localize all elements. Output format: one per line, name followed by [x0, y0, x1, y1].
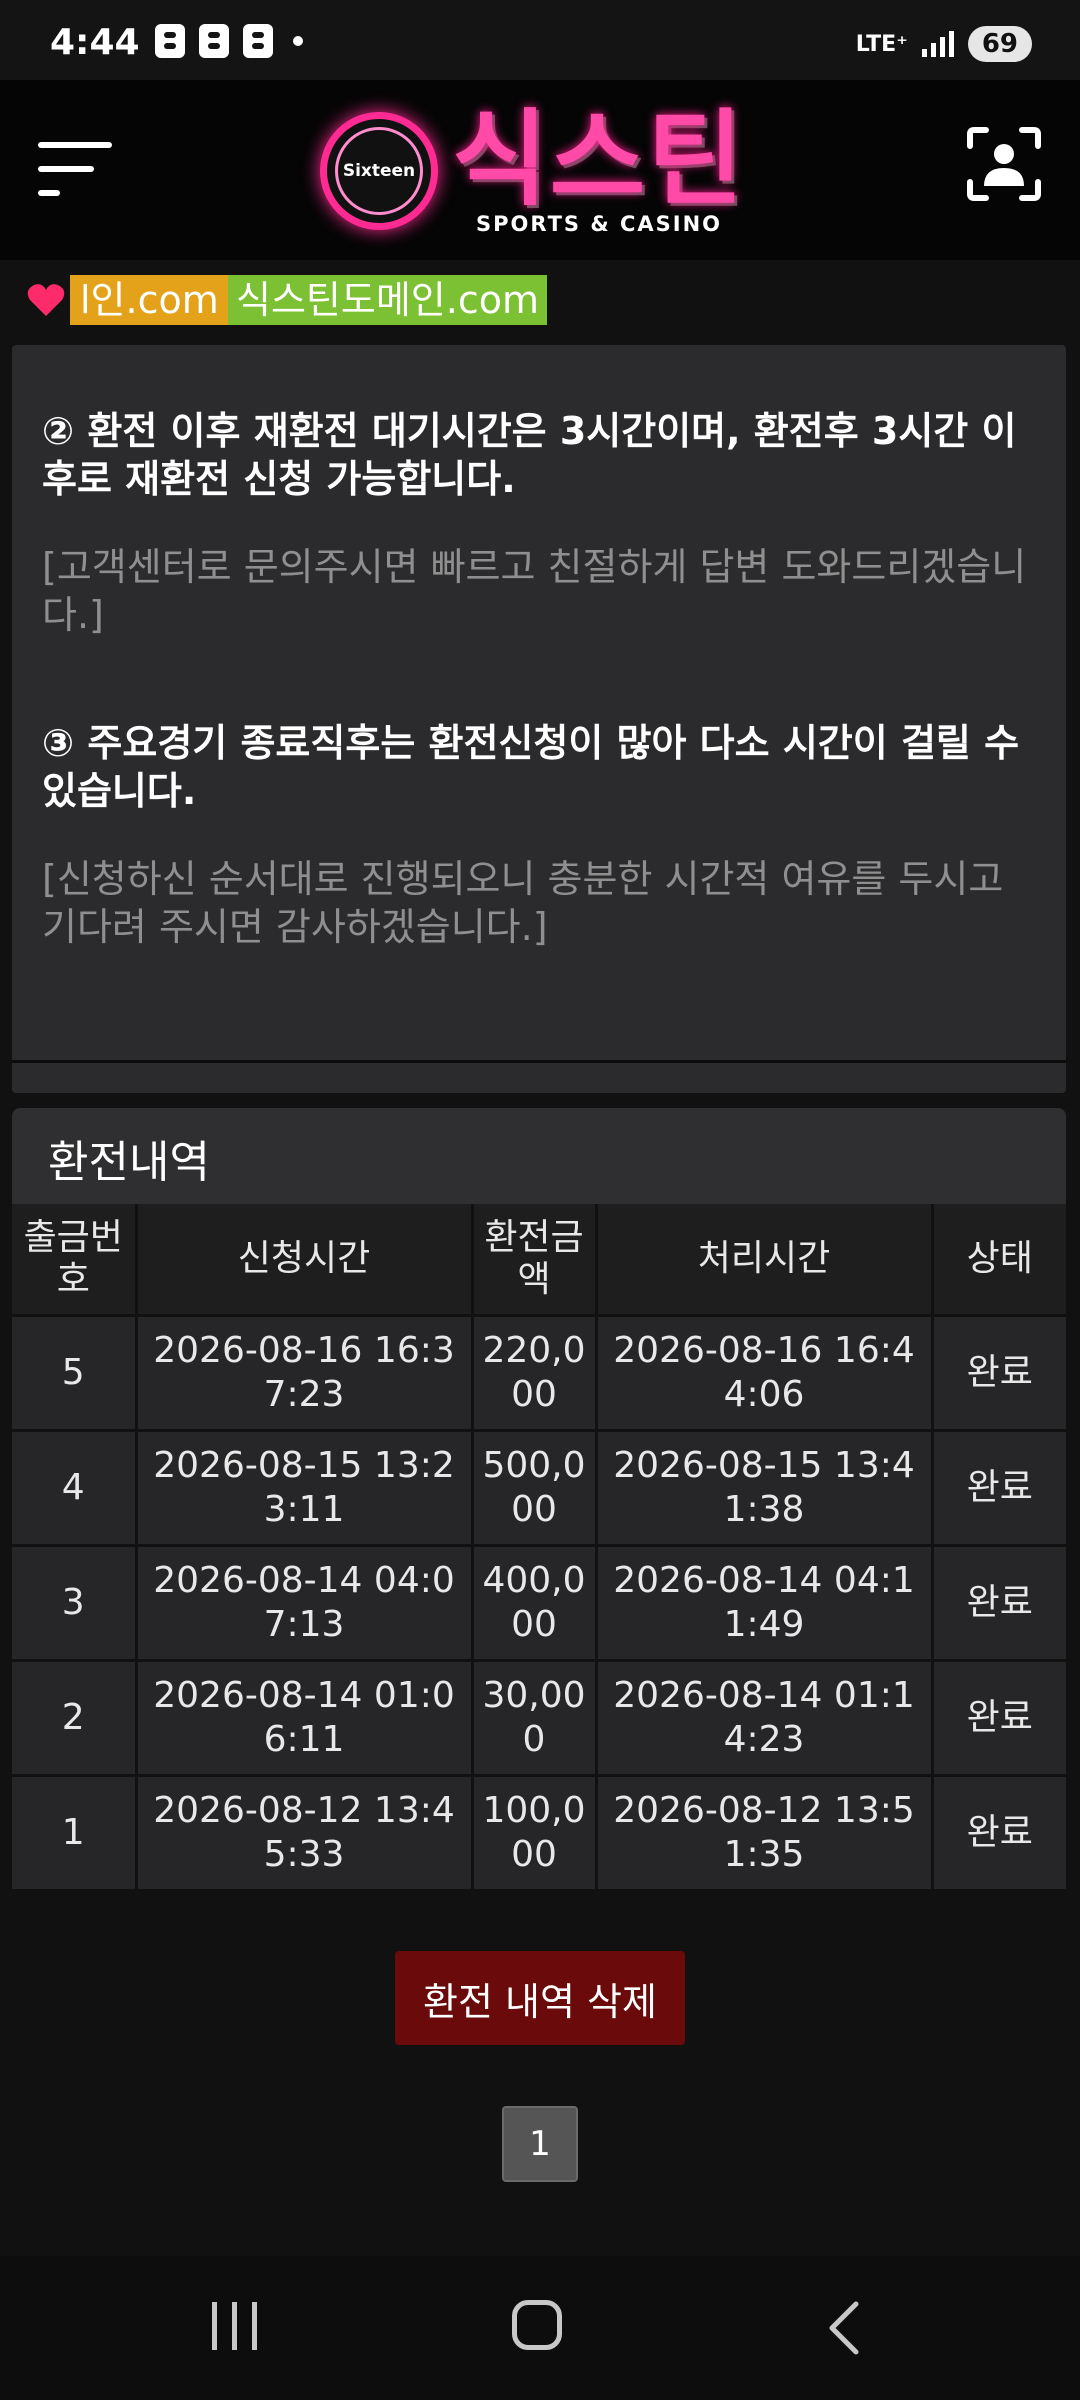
column-header-status: 상태: [932, 1204, 1066, 1316]
column-header-amount: 환전금액: [472, 1204, 598, 1316]
logo-title: 식스틴: [452, 98, 746, 220]
cell-status: 완료: [932, 1314, 1066, 1431]
table-row: 5 2026-08-16 16:37:23 220,000 2026-08-16…: [12, 1314, 1066, 1431]
app-notification-icon: [199, 24, 229, 58]
cell-request-time: 2026-08-14 04:07:13: [136, 1544, 474, 1661]
notification-icons: [155, 24, 303, 58]
cell-amount: 400,000: [472, 1544, 598, 1661]
cell-request-time: 2026-08-12 13:45:33: [136, 1774, 474, 1889]
domain-link-2[interactable]: 식스틴도메인.com: [228, 275, 547, 325]
cell-number: 5: [12, 1314, 138, 1431]
column-header-request-time: 신청시간: [136, 1204, 474, 1316]
notice-item-3: ③ 주요경기 종료직후는 환전신청이 많아 다소 시간이 걸릴 수 있습니다.: [42, 721, 1020, 813]
cell-processed-time: 2026-08-16 16:44:06: [596, 1314, 934, 1431]
exchange-history: 환전내역 출금번호 신청시간 환전금액 처리시간 상태 5 2026-08-16…: [12, 1108, 1066, 1889]
cell-number: 2: [12, 1659, 138, 1776]
pagination-page-1[interactable]: 1: [502, 2106, 578, 2182]
cell-request-time: 2026-08-16 16:37:23: [136, 1314, 474, 1431]
app-notification-icon: [155, 24, 185, 58]
cell-number: 4: [12, 1429, 138, 1546]
cell-status: 완료: [932, 1429, 1066, 1546]
domain-marquee: l인.com 식스틴도메인.com: [0, 260, 1080, 340]
history-table: 출금번호 신청시간 환전금액 처리시간 상태 5 2026-08-16 16:3…: [12, 1204, 1066, 1889]
column-header-processed-time: 처리시간: [596, 1204, 934, 1316]
cell-amount: 30,000: [472, 1659, 598, 1776]
cell-status: 완료: [932, 1659, 1066, 1776]
logo-emblem: Sixteen: [320, 112, 438, 230]
back-icon[interactable]: [820, 2300, 870, 2356]
home-icon[interactable]: [512, 2300, 562, 2350]
battery-indicator: 69: [967, 26, 1032, 62]
cell-amount: 500,000: [472, 1429, 598, 1546]
system-navigation-bar: [0, 2256, 1080, 2400]
table-row: 3 2026-08-14 04:07:13 400,000 2026-08-14…: [12, 1544, 1066, 1661]
more-notifications-icon: [293, 36, 303, 46]
user-profile-icon[interactable]: [966, 126, 1042, 202]
notice-item-2-detail: [고객센터로 문의주시면 빠르고 친절하게 답변 도와드리겠습니다.]: [42, 545, 1027, 637]
history-title: 환전내역: [48, 1137, 210, 1188]
withdrawal-notice: ② 환전 이후 재환전 대기시간은 3시간이며, 환전후 3시간 이후로 재환전…: [12, 345, 1066, 1093]
table-row: 4 2026-08-15 13:23:11 500,000 2026-08-15…: [12, 1429, 1066, 1546]
signal-icon: [921, 31, 954, 57]
logo-badge-text: Sixteen: [342, 161, 416, 181]
notice-item-3-detail: [신청하신 순서대로 진행되오니 충분한 시간적 여유를 두시고 기다려 주시면…: [42, 857, 1004, 949]
cell-number: 3: [12, 1544, 138, 1661]
cell-amount: 220,000: [472, 1314, 598, 1431]
domain-link-1[interactable]: l인.com: [70, 275, 229, 325]
history-header: 환전내역: [12, 1108, 1066, 1204]
notice-item-2: ② 환전 이후 재환전 대기시간은 3시간이며, 환전후 3시간 이후로 재환전…: [42, 409, 1017, 501]
cell-request-time: 2026-08-14 01:06:11: [136, 1659, 474, 1776]
cell-status: 완료: [932, 1774, 1066, 1889]
cell-request-time: 2026-08-15 13:23:11: [136, 1429, 474, 1546]
status-time: 4:44: [50, 22, 140, 63]
status-bar: 4:44 LTE⁺ 69: [0, 0, 1080, 80]
site-logo[interactable]: Sixteen 식스틴 SPORTS & CASINO: [320, 104, 760, 238]
table-row: 2 2026-08-14 01:06:11 30,000 2026-08-14 …: [12, 1659, 1066, 1776]
recent-apps-icon[interactable]: [210, 2302, 260, 2350]
table-header-row: 출금번호 신청시간 환전금액 처리시간 상태: [12, 1204, 1066, 1316]
cell-processed-time: 2026-08-14 01:14:23: [596, 1659, 934, 1776]
delete-history-button[interactable]: 환전 내역 삭제: [395, 1951, 685, 2045]
column-header-number: 출금번호: [12, 1204, 138, 1316]
cell-processed-time: 2026-08-15 13:41:38: [596, 1429, 934, 1546]
table-row: 1 2026-08-12 13:45:33 100,000 2026-08-12…: [12, 1774, 1066, 1889]
site-header: Sixteen 식스틴 SPORTS & CASINO: [0, 80, 1080, 260]
hamburger-menu-icon[interactable]: [38, 134, 112, 204]
heart-icon: [27, 284, 65, 316]
cell-processed-time: 2026-08-12 13:51:35: [596, 1774, 934, 1889]
divider: [12, 1060, 1066, 1063]
cell-status: 완료: [932, 1544, 1066, 1661]
cell-number: 1: [12, 1774, 138, 1889]
cell-amount: 100,000: [472, 1774, 598, 1889]
cell-processed-time: 2026-08-14 04:11:49: [596, 1544, 934, 1661]
logo-subtitle: SPORTS & CASINO: [476, 212, 723, 236]
app-notification-icon: [243, 24, 273, 58]
network-type: LTE⁺: [855, 31, 908, 57]
